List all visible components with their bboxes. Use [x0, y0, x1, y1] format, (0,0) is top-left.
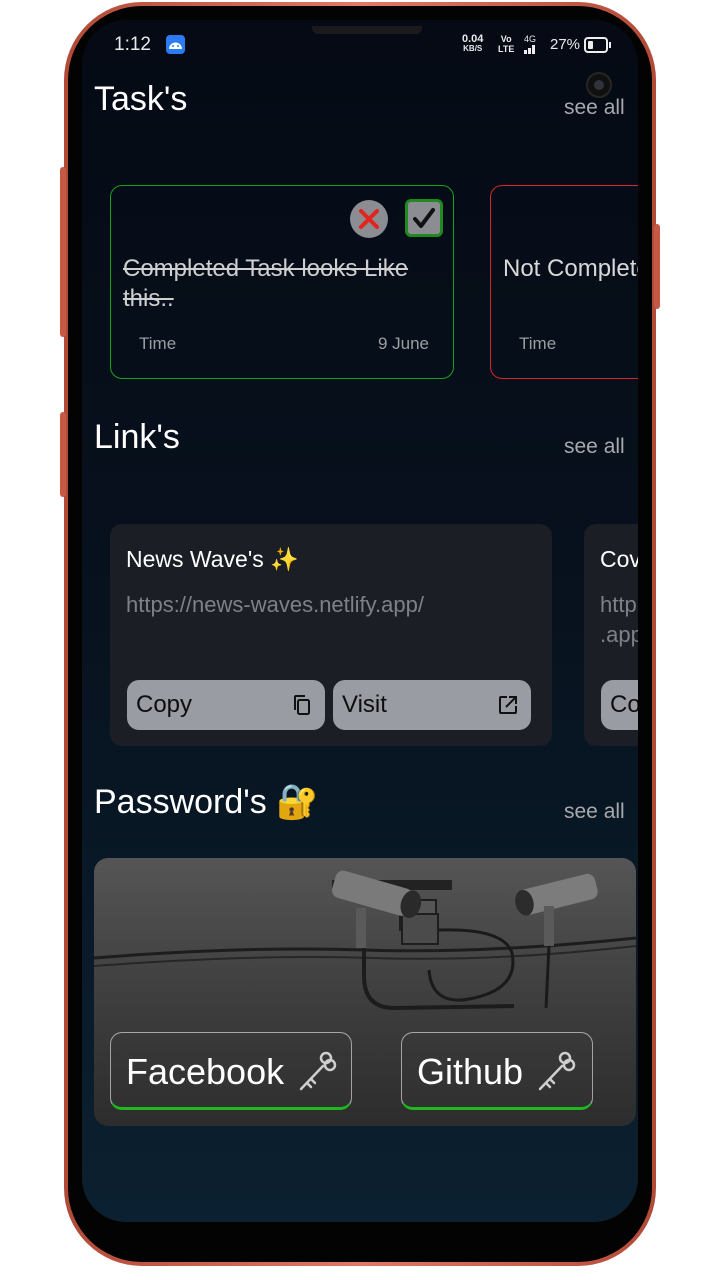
volte-bottom: LTE: [498, 44, 515, 54]
net-speed-unit: KB/S: [463, 44, 483, 53]
copy-link-button[interactable]: Cop: [601, 680, 638, 730]
volte-indicator: Vo LTE: [498, 34, 514, 54]
external-link-icon: [499, 696, 517, 714]
key-icon: [538, 1051, 576, 1091]
visit-link-button[interactable]: Visit: [333, 680, 531, 730]
link-title: News Wave's ✨: [126, 546, 299, 572]
task-card-not-completed[interactable]: Not Completed Task looks Like this.. Tim…: [490, 185, 638, 379]
status-bar: 1:12 0.04 KB/S Vo LTE 4G 27%: [82, 20, 638, 70]
delete-task-button[interactable]: [350, 200, 388, 238]
checkmark-icon: [413, 208, 435, 228]
task-time-label: Time: [139, 334, 177, 353]
status-time: 1:12: [114, 34, 151, 55]
link-title: Cov: [600, 546, 638, 572]
signal-type: 4G: [524, 34, 537, 44]
passwords-see-all-link[interactable]: see all: [564, 800, 625, 824]
visit-label: Visit: [342, 691, 387, 718]
phone-frame: 1:12 0.04 KB/S Vo LTE 4G 27% Task's see …: [60, 2, 660, 1266]
android-icon: [166, 35, 185, 54]
copy-icon: [294, 695, 310, 715]
task-time-label: Time: [519, 334, 557, 353]
task-card-completed[interactable]: Completed Task looks Like this.. Time 9 …: [110, 185, 454, 379]
phone-bezel: 1:12 0.04 KB/S Vo LTE 4G 27% Task's see …: [68, 6, 652, 1262]
link-url[interactable]: https://news-waves.netlify.app/: [126, 590, 546, 620]
passwords-banner: Facebook Github: [94, 858, 636, 1126]
task-text: Completed Task looks Like this..: [123, 255, 409, 312]
link-url-line: .app: [600, 622, 638, 647]
link-card: Cov http .app Cop: [584, 524, 638, 746]
links-title: Link's: [94, 418, 180, 456]
task-date: 9 June: [377, 334, 429, 353]
close-icon: [359, 209, 379, 229]
complete-task-button[interactable]: [405, 199, 443, 237]
signal-icon: 4G: [524, 34, 536, 56]
net-speed: 0.04 KB/S: [462, 34, 483, 54]
link-url[interactable]: http .app: [600, 590, 638, 650]
power-button: [60, 412, 66, 497]
link-url-line: http: [600, 592, 637, 617]
volte-top: Vo: [500, 34, 512, 44]
battery-percent: 27%: [550, 36, 581, 53]
copy-link-button[interactable]: Copy: [127, 680, 325, 730]
link-card: News Wave's ✨ https://news-waves.netlify…: [110, 524, 552, 746]
battery-icon: [584, 37, 611, 53]
password-item-github[interactable]: Github: [401, 1032, 593, 1110]
task-text: Not Completed Task looks Like this..: [503, 255, 638, 282]
links-see-all-link[interactable]: see all: [564, 435, 625, 459]
volume-button: [60, 167, 66, 337]
key-icon: [299, 1051, 337, 1091]
password-label: Github: [417, 1051, 524, 1092]
passwords-title: Password's 🔐: [94, 783, 319, 821]
password-item-facebook[interactable]: Facebook: [110, 1032, 352, 1110]
net-speed-value: 0.04: [462, 33, 484, 45]
screen: 1:12 0.04 KB/S Vo LTE 4G 27% Task's see …: [82, 20, 638, 1222]
copy-label: Cop: [610, 691, 638, 718]
side-button: [654, 224, 660, 309]
tasks-see-all-link[interactable]: see all: [564, 96, 625, 120]
tasks-title: Task's: [94, 80, 188, 118]
copy-label: Copy: [136, 691, 193, 718]
password-label: Facebook: [126, 1051, 285, 1092]
front-camera: [586, 72, 612, 98]
